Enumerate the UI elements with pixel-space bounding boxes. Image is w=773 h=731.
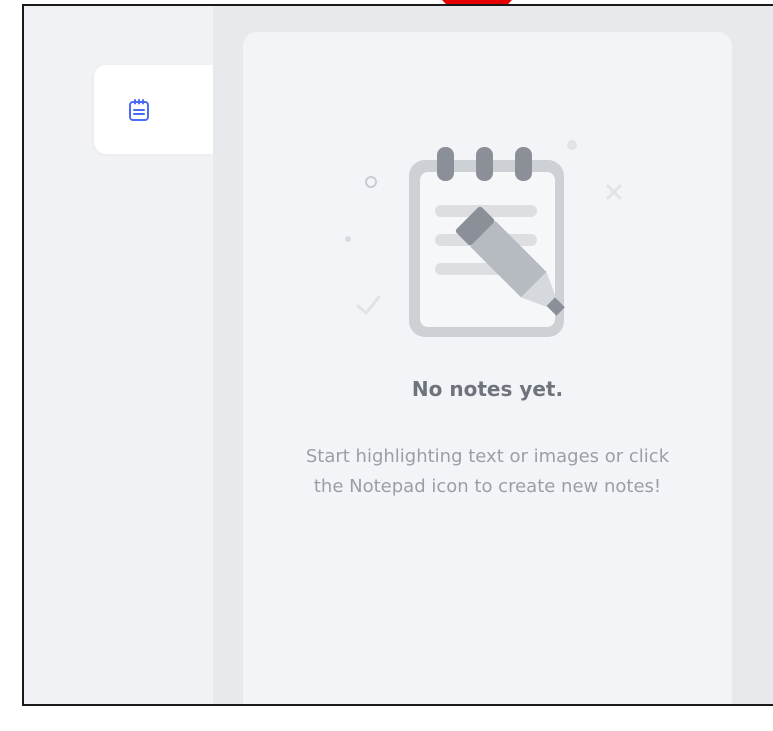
app-window: No notes yet. Start highlighting text or… — [22, 4, 773, 706]
notepad-icon — [129, 98, 149, 121]
empty-state-title: No notes yet. — [411, 377, 564, 401]
notepad-with-pen-illustration — [345, 140, 622, 337]
notes-panel: No notes yet. Start highlighting text or… — [243, 32, 732, 704]
notes-tab[interactable] — [94, 65, 213, 154]
empty-state-description: Start highlighting text or images or cli… — [305, 446, 670, 497]
